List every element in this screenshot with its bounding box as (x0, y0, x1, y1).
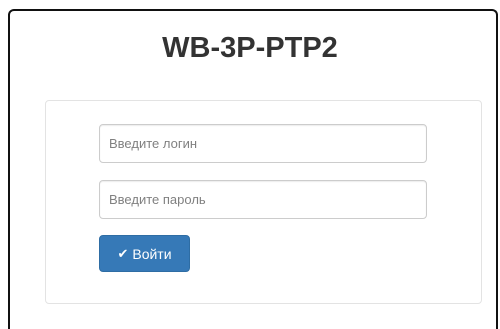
login-button[interactable]: ✔ Войти (99, 235, 190, 272)
page-title: WB-3P-PTP2 (162, 32, 338, 64)
login-input[interactable] (99, 124, 427, 163)
login-button-label: Войти (132, 245, 172, 262)
password-input[interactable] (99, 180, 427, 219)
checkmark-icon: ✔ (117, 246, 129, 261)
